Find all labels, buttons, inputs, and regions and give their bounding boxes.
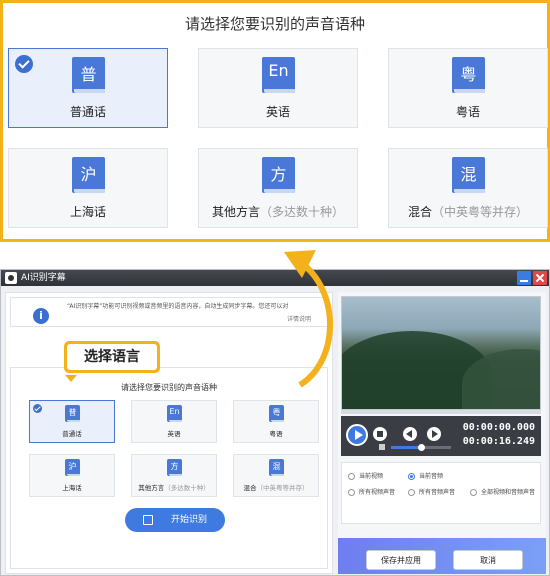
lang-card-cantonese[interactable]: 粤 粤语 <box>233 400 319 443</box>
lang-card-shanghainese[interactable]: 沪 上海话 <box>29 454 115 497</box>
lang-label: 其他方言（多达数十种） <box>211 205 345 219</box>
progress-bar[interactable] <box>341 410 541 414</box>
lang-card-english[interactable]: En 英语 <box>131 400 217 443</box>
lang-label: 粤语 <box>455 105 480 119</box>
scan-icon <box>143 515 153 525</box>
lang-label: 普通话 <box>62 430 82 438</box>
lang-label: 普通话 <box>69 105 106 119</box>
radio-icon <box>408 473 415 480</box>
lang-card-mixed[interactable]: 混 混合（中英粤等并存） <box>233 454 319 497</box>
lang-card-cantonese[interactable]: 粤 粤语 <box>388 48 548 128</box>
check-icon <box>33 404 42 413</box>
zoom-title: 请选择您要识别的声音语种 <box>184 15 365 33</box>
book-icon: 混 <box>269 459 284 476</box>
cancel-button[interactable]: 取消 <box>453 550 523 570</box>
right-pane: 00:00:00.000 00:00:16.249 当前视频 当前音频 所有视频… <box>338 292 546 574</box>
book-icon: 混 <box>452 157 485 193</box>
stop-icon[interactable] <box>373 427 387 441</box>
zoomed-language-panel: 请选择您要识别的声音语种 普 普通话 En 英语 粤 粤语 沪 上海话 方 其他… <box>0 0 550 242</box>
info-icon: i <box>33 308 49 324</box>
lang-card-dialects[interactable]: 方 其他方言（多达数十种） <box>198 148 358 228</box>
volume-knob[interactable] <box>418 444 425 451</box>
lang-label: 混合（中英粤等并存） <box>407 205 529 219</box>
video-preview <box>341 296 541 410</box>
minimize-button[interactable] <box>517 271 531 285</box>
callout-pointer <box>65 375 77 382</box>
save-apply-button[interactable]: 保存并应用 <box>366 550 436 570</box>
next-icon[interactable] <box>427 427 441 441</box>
book-icon: 粤 <box>269 405 284 422</box>
check-icon <box>15 55 33 73</box>
option-all-audio[interactable]: 所有音频声音 <box>408 487 455 496</box>
lang-label: 英语 <box>167 430 181 438</box>
option-current-video[interactable]: 当前视频 <box>348 471 383 480</box>
volume-icon[interactable] <box>379 444 385 450</box>
lang-card-shanghainese[interactable]: 沪 上海话 <box>8 148 168 228</box>
callout-select-language: 选择语言 <box>64 341 160 373</box>
book-icon: 方 <box>262 157 295 193</box>
app-logo <box>5 272 17 284</box>
lang-card-dialects[interactable]: 方 其他方言（多达数十种） <box>131 454 217 497</box>
lang-card-mixed[interactable]: 混 混合（中英粤等并存） <box>388 148 548 228</box>
total-time: 00:00:16.249 <box>462 436 535 447</box>
book-icon: En <box>167 405 182 422</box>
player-controls: 00:00:00.000 00:00:16.249 <box>341 416 541 456</box>
book-icon: 普 <box>72 57 105 93</box>
lang-label: 上海话 <box>69 205 106 219</box>
book-icon: 沪 <box>72 157 105 193</box>
radio-icon <box>470 489 477 496</box>
play-icon[interactable] <box>346 424 368 446</box>
close-button[interactable] <box>533 271 547 285</box>
option-all-video[interactable]: 所有视频声音 <box>348 487 395 496</box>
start-button-label: 开始识别 <box>170 515 207 525</box>
book-icon: 方 <box>167 459 182 476</box>
book-icon: En <box>262 57 295 93</box>
audio-source-options: 当前视频 当前音频 所有视频声音 所有音频声音 全部视频和音频声音 <box>341 462 541 524</box>
lang-label: 英语 <box>265 105 290 119</box>
volume-fill <box>391 446 421 449</box>
book-icon: 普 <box>65 405 80 422</box>
option-all-video-audio[interactable]: 全部视频和音频声音 <box>470 487 535 496</box>
start-recognition-button[interactable]: 开始识别 <box>125 508 225 532</box>
lang-label: 上海话 <box>62 484 82 492</box>
callout-text: 选择语言 <box>67 344 157 370</box>
lang-label: 粤语 <box>269 430 283 438</box>
book-icon: 粤 <box>452 57 485 93</box>
lang-card-english[interactable]: En 英语 <box>198 48 358 128</box>
book-icon: 沪 <box>65 459 80 476</box>
language-panel: 请选择您要识别的声音语种 普 普通话 En 英语 粤 粤语 沪 上海话 方 其他… <box>10 367 328 569</box>
window-title: AI识别字幕 <box>21 273 66 283</box>
lang-label: 混合（中英粤等并存） <box>243 484 309 492</box>
radio-icon <box>348 473 355 480</box>
radio-icon <box>408 489 415 496</box>
prev-icon[interactable] <box>403 427 417 441</box>
option-current-audio[interactable]: 当前音频 <box>408 471 443 480</box>
lang-label: 其他方言（多达数十种） <box>138 484 210 492</box>
lang-card-mandarin[interactable]: 普 普通话 <box>8 48 168 128</box>
radio-icon <box>348 489 355 496</box>
current-time: 00:00:00.000 <box>462 422 535 433</box>
lang-card-mandarin[interactable]: 普 普通话 <box>29 400 115 443</box>
arrow-icon <box>284 250 333 388</box>
volume-slider[interactable] <box>391 444 451 451</box>
